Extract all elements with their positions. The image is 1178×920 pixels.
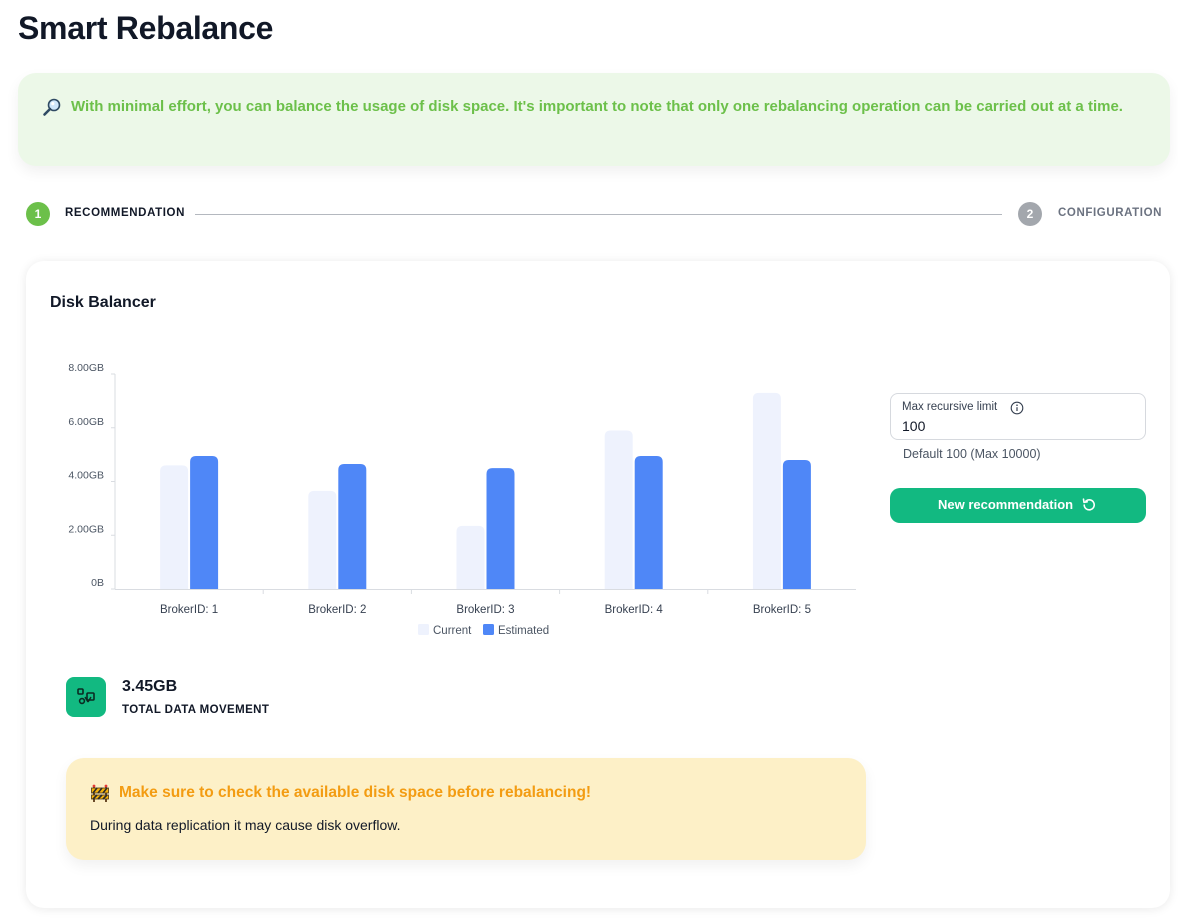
step-1-label[interactable]: RECOMMENDATION: [65, 207, 185, 219]
step-2-label[interactable]: CONFIGURATION: [1058, 207, 1162, 219]
new-recommendation-label: New recommendation: [938, 497, 1074, 512]
y-tick-label: 6.00GB: [68, 416, 104, 428]
bar-estimated: [338, 464, 367, 589]
legend-label-estimated: Estimated: [498, 625, 549, 637]
bar-estimated: [486, 468, 515, 589]
bar-estimated: [190, 455, 219, 589]
construction-barrier-icon: [91, 784, 109, 802]
warning-banner: Make sure to check the available disk sp…: [66, 758, 866, 860]
bar-estimated: [782, 460, 811, 589]
bar-current: [456, 525, 485, 589]
bar-current: [604, 430, 633, 589]
x-tick-label: BrokerID: 4: [605, 604, 664, 616]
y-tick-label: 8.00GB: [68, 362, 104, 374]
bar-current: [752, 392, 781, 589]
disk-balancer-card: Disk Balancer 0B 2.00GB 4.00GB 6.00GB 8.00GB…: [26, 261, 1170, 908]
chart-svg: 0B 2.00GB 4.00GB 6.00GB 8.00GB BrokerID: 1 Bro…: [68, 362, 856, 637]
max-recursive-limit-hint: Default 100 (Max 10000): [903, 447, 1041, 461]
x-tick-label: BrokerID: 2: [308, 604, 366, 616]
stepper: 1 RECOMMENDATION 2 CONFIGURATION: [26, 202, 1166, 226]
x-tick-label: BrokerID: 5: [753, 604, 811, 616]
max-recursive-limit-input[interactable]: [902, 416, 1132, 436]
step-1-indicator[interactable]: 1: [26, 202, 50, 226]
max-recursive-limit-label: Max recursive limit: [902, 401, 998, 413]
bar-estimated: [634, 455, 663, 589]
card-title: Disk Balancer: [50, 294, 156, 311]
page-title: Smart Rebalance: [18, 10, 274, 46]
step-2-indicator[interactable]: 2: [1018, 202, 1042, 226]
bar-current: [308, 490, 337, 589]
total-data-movement-value: 3.45GB: [122, 678, 178, 695]
info-banner: With minimal effort, you can balance the…: [18, 73, 1170, 166]
x-tick-label: BrokerID: 3: [456, 604, 514, 616]
step-connector: [195, 214, 1002, 215]
new-recommendation-button[interactable]: New recommendation: [890, 488, 1146, 523]
warning-title: Make sure to check the available disk sp…: [119, 784, 592, 801]
refresh-icon: [1082, 498, 1095, 511]
y-tick-label: 4.00GB: [68, 470, 104, 482]
disk-usage-chart: 0B 2.00GB 4.00GB 6.00GB 8.00GB BrokerID: 1 Bro…: [52, 357, 872, 647]
legend-swatch-current: [418, 624, 429, 635]
y-tick-label: 0B: [91, 577, 104, 589]
total-data-movement-label: TOTAL DATA MOVEMENT: [122, 704, 270, 716]
data-movement-icon: [66, 677, 106, 717]
info-icon[interactable]: [1010, 401, 1024, 415]
x-tick-label: BrokerID: 1: [160, 604, 218, 616]
info-banner-text: With minimal effort, you can balance the…: [71, 98, 1123, 115]
magnifier-icon: [43, 98, 61, 116]
max-recursive-limit-field[interactable]: Max recursive limit: [890, 393, 1146, 440]
y-tick-label: 2.00GB: [68, 523, 104, 535]
warning-body: During data replication it may cause dis…: [90, 817, 401, 833]
legend-label-current: Current: [433, 625, 472, 637]
legend-swatch-estimated: [483, 624, 494, 635]
bar-current: [160, 465, 189, 589]
